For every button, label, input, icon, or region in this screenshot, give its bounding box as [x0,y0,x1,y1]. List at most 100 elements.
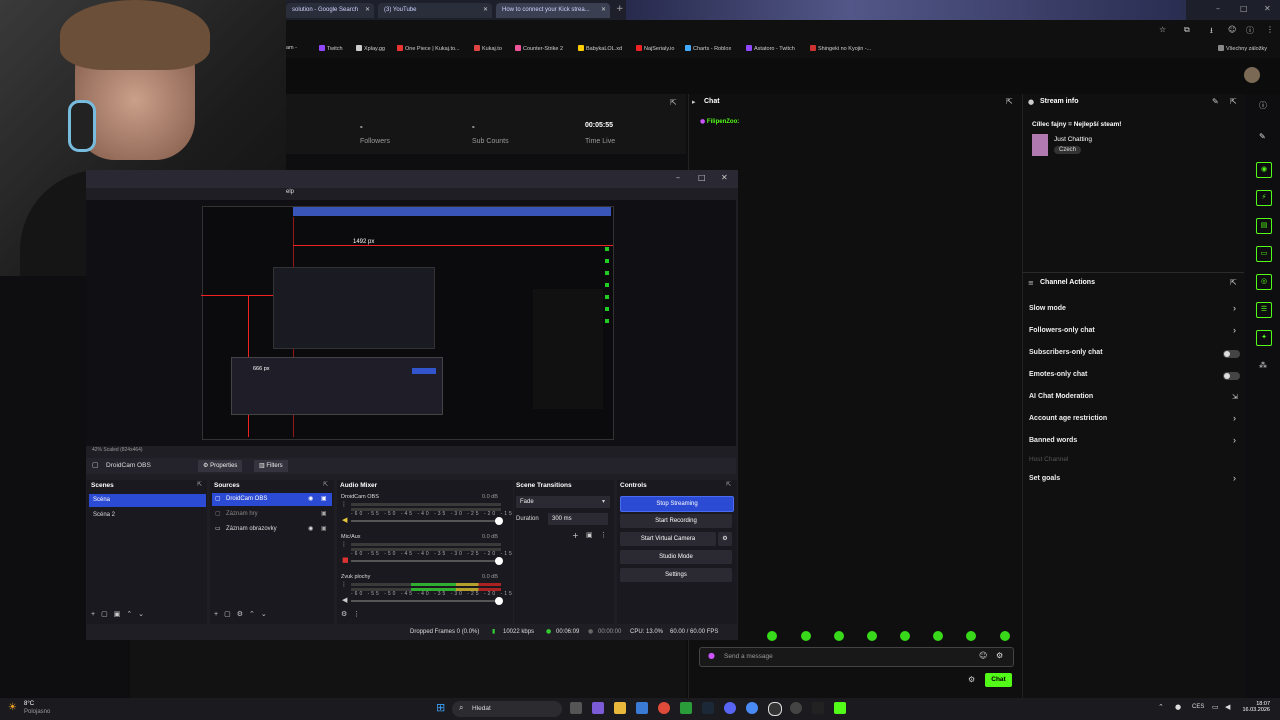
lightning-icon[interactable]: ⚡ [1256,190,1272,206]
ai-moderation-item[interactable]: AI Chat Moderation [1029,393,1093,400]
obs-icon[interactable] [768,702,782,716]
account-age-item[interactable]: Account age restriction [1029,415,1107,422]
chat-input-box[interactable]: ● Send a message ☺ ⚙ [699,647,1014,667]
filters-button[interactable]: ▥ Filters [254,460,288,472]
chevron-right-icon[interactable]: › [1233,413,1236,423]
settings-icon[interactable]: ⚙ [996,651,1003,660]
zoom-indicator[interactable]: 42% Scaled (824x464) [92,447,143,453]
popout-icon[interactable]: ⇱ [1006,97,1013,106]
broadcast-icon[interactable]: ◎ [1256,274,1272,290]
task-view-icon[interactable] [570,702,582,714]
followers-only-item[interactable]: Followers-only chat [1029,327,1095,334]
lock-icon[interactable]: ▣ [321,525,327,532]
menu-icon[interactable]: ⋮ [1266,25,1274,34]
close-icon[interactable]: ✕ [365,3,370,18]
chevron-right-icon[interactable]: › [1233,435,1236,445]
channel-menu-icon[interactable]: ⋮ [341,541,347,548]
list-icon[interactable]: ☰ [1256,302,1272,318]
eye-icon[interactable]: ◉ [308,495,313,502]
bookmark[interactable]: Twitch [319,45,343,52]
mic-icon[interactable]: ● [708,651,715,660]
speaker-icon[interactable]: ◀ [342,596,347,604]
bookmark[interactable]: am - [286,45,297,51]
info-icon[interactable]: ⓘ [1259,100,1267,111]
volume-slider[interactable] [351,517,503,525]
chevron-right-icon[interactable]: › [1233,325,1236,335]
virtual-camera-settings-button[interactable]: ⚙ [718,532,732,546]
close-icon[interactable]: ✕ [483,3,488,18]
chevron-up-icon[interactable]: ⌃ [1158,703,1164,711]
minimize-icon[interactable]: – [1216,4,1220,13]
taskbar-search[interactable]: ⌕ Hledat [452,701,562,717]
profile-icon[interactable]: ☺ [1228,25,1236,34]
network-icon[interactable]: ▭ [1212,703,1219,711]
close-icon[interactable]: ✕ [721,173,728,182]
source-item-active[interactable]: ▢ DroidCam OBS ◉ ▣ [212,493,332,506]
emote-icon[interactable] [767,631,777,641]
bookmark[interactable]: Counter-Strike 2 [515,45,563,52]
store-icon[interactable] [636,702,648,714]
discord-icon[interactable] [724,702,736,714]
language-indicator[interactable]: CES [1192,704,1204,710]
subscribers-only-toggle[interactable] [1223,350,1240,358]
maximize-icon[interactable]: □ [698,173,706,182]
dock-menu-icon[interactable]: ⇱ [726,481,731,488]
chevron-right-icon[interactable]: › [1233,473,1236,483]
channel-menu-icon[interactable]: ⋮ [341,581,347,588]
mic-icon[interactable]: ● [1175,703,1181,711]
wrench-icon[interactable]: ✦ [1256,330,1272,346]
speaker-icon[interactable]: ◀ [342,516,347,524]
bookmark[interactable]: Charts - Roblox [685,45,731,52]
tab-google-search[interactable]: solution - Google Search ✕ [286,3,374,18]
edit-icon[interactable]: ✎ [1259,132,1266,141]
banned-words-item[interactable]: Banned words [1029,437,1077,444]
weather-icon[interactable]: ☀ [8,702,17,713]
emote-picker-icon[interactable]: ☺ [979,651,987,660]
more-icon[interactable]: ⋮ [600,531,607,539]
file-explorer-icon[interactable] [614,702,626,714]
studio-mode-button[interactable]: Studio Mode [620,550,732,564]
transition-select[interactable]: Fade ▾ [516,496,610,508]
start-recording-button[interactable]: Start Recording [620,514,732,528]
chat-bubble-icon[interactable]: ▭ [1256,246,1272,262]
emote-icon[interactable] [1000,631,1010,641]
popout-icon[interactable]: ⇱ [1230,97,1237,106]
settings-button[interactable]: Settings [620,568,732,582]
chat-send-button[interactable]: Chat [985,673,1012,687]
slider-handle[interactable] [495,517,503,525]
all-bookmarks[interactable]: Všechny záložky [1218,45,1267,52]
bookmark[interactable]: BabykaLOL.xd [578,45,622,52]
browser-icon[interactable] [746,702,758,714]
download-icon[interactable]: ⭳ [1210,25,1213,39]
clock[interactable]: 18:07 16.03.2026 [1240,701,1270,713]
volume-icon[interactable]: ◀ [1225,703,1230,711]
camera-icon[interactable]: ◉ [1256,162,1272,178]
volume-slider[interactable] [351,557,503,565]
source-item[interactable]: ▢ Záznam hry ▣ [212,508,332,521]
maximize-icon[interactable]: □ [1240,4,1248,13]
kick-icon[interactable] [834,702,846,714]
app-icon[interactable] [812,702,824,714]
teams-icon[interactable] [592,702,604,714]
scene-item-active[interactable]: Scéna [89,494,206,507]
xbox-icon[interactable] [680,702,692,714]
scene-item[interactable]: Scéna 2 [93,512,115,518]
windows-start-icon[interactable]: ⊞ [436,701,445,714]
stop-streaming-button[interactable]: Stop Streaming [620,496,734,512]
close-window-icon[interactable]: ✕ [1264,4,1271,13]
gear-icon[interactable]: ⚙ [968,675,975,684]
chevron-right-icon[interactable]: › [1233,303,1236,313]
properties-button[interactable]: ⚙ Properties [198,460,243,472]
external-link-icon[interactable]: ⇲ [1232,393,1238,401]
dock-menu-icon[interactable]: ⇱ [323,481,328,488]
bookmark[interactable]: One Piece | Kukaj.to... [397,45,460,52]
avatar[interactable] [1244,67,1260,83]
slider-handle[interactable] [495,597,503,605]
obs-preview[interactable]: 1492 px 666 px [86,200,736,446]
mixer-toolbar[interactable]: ⚙⋮ [341,610,366,618]
add-icon[interactable]: + [572,531,579,540]
star-icon[interactable]: ☆ [1159,25,1166,34]
minimize-icon[interactable]: – [676,173,680,182]
obs-active-icon[interactable] [790,702,802,714]
scenes-toolbar[interactable]: +▢▣⌃⌄ [91,610,150,618]
